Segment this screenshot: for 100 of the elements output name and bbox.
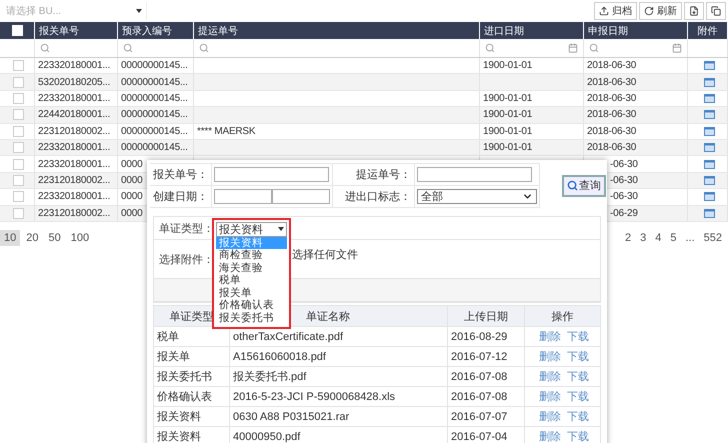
table-cell-text: 报关委托书.pdf <box>233 370 306 384</box>
page-link[interactable]: ... <box>685 232 695 244</box>
table-cell-text: 报关资料 <box>157 410 201 424</box>
table-cell: 00000000145... <box>121 92 188 104</box>
row-checkbox[interactable] <box>13 174 24 186</box>
document-icon[interactable] <box>704 94 714 103</box>
date-field[interactable] <box>214 189 272 204</box>
date-field[interactable] <box>272 189 330 204</box>
document-icon[interactable] <box>704 126 714 136</box>
select-all-checkbox[interactable] <box>12 25 22 36</box>
calendar-icon[interactable] <box>568 43 578 53</box>
table-cell-text: 报关单 <box>157 350 190 364</box>
row-checkbox[interactable] <box>13 191 24 202</box>
table-cell: 0630 A88 P0315021.rar <box>233 410 350 422</box>
document-icon[interactable] <box>704 192 714 202</box>
page-link[interactable]: 3 <box>640 232 646 244</box>
table-cell: 2016-07-08 <box>451 370 508 382</box>
table-cell: 1900-01-01 <box>483 142 532 154</box>
table-cell: 1900-01-01 <box>483 60 532 72</box>
table-cell: 00000000145... <box>121 126 188 137</box>
column-header: 提运单号 <box>198 24 238 38</box>
table-cell: 2016-07-12 <box>451 350 508 362</box>
document-icon[interactable] <box>704 176 714 185</box>
page-size-option[interactable]: 50 <box>44 230 65 246</box>
row-checkbox[interactable] <box>13 208 24 219</box>
table-cell: 0000 <box>121 174 142 186</box>
table-cell: 0000 <box>121 208 142 219</box>
table-cell: 1900-01-01 <box>483 126 532 137</box>
table-cell: -06-30 <box>610 174 638 186</box>
document-icon[interactable] <box>704 110 714 120</box>
refresh-icon <box>644 6 654 16</box>
table-cell: 2018-06-30 <box>587 60 636 72</box>
type-select[interactable]: 报关资料 <box>216 222 287 236</box>
caret-icon <box>136 9 142 13</box>
page-size-option[interactable]: 100 <box>66 230 94 246</box>
table-cell: -06-29 <box>610 208 638 219</box>
table-cell: 223320180001... <box>38 142 110 154</box>
search-icon <box>199 43 209 53</box>
column-header: 上传日期 <box>464 310 508 324</box>
document-icon[interactable] <box>704 61 714 70</box>
table-cell: 2016-07-07 <box>451 410 508 422</box>
table-cell: 223320180001... <box>38 191 110 202</box>
search-icon <box>123 43 133 53</box>
table-cell: 2018-06-30 <box>587 92 636 104</box>
table-cell-text: 报关资料 <box>157 430 201 443</box>
page-size-option[interactable]: 20 <box>22 230 42 246</box>
row-checkbox[interactable] <box>13 142 24 154</box>
row-checkbox[interactable] <box>13 126 24 137</box>
search-icon <box>40 43 50 53</box>
page-link[interactable]: 2 <box>624 232 632 244</box>
search-icon <box>567 180 578 191</box>
caret-icon <box>278 227 284 231</box>
table-cell: otherTaxCertificate.pdf <box>233 330 344 342</box>
table-cell: 2018-06-30 <box>587 126 636 137</box>
copy-icon-button[interactable] <box>706 2 726 20</box>
row-checkbox[interactable] <box>13 92 24 104</box>
row-checkbox[interactable] <box>13 158 24 170</box>
query-button[interactable]: 查询 <box>562 174 606 196</box>
calendar-icon[interactable] <box>672 43 682 53</box>
document-icon[interactable] <box>704 208 714 218</box>
table-cell: 2018-06-30 <box>587 109 636 120</box>
table-cell: 223120180002... <box>38 208 110 219</box>
document-icon[interactable] <box>704 78 714 87</box>
table-cell: 2016-07-08 <box>451 390 508 402</box>
archive-button[interactable]: 归档 <box>594 2 637 20</box>
table-cell: 00000000145... <box>121 109 188 120</box>
page-size-option[interactable]: 10 <box>0 230 20 246</box>
table-cell: **** MAERSK <box>197 126 256 137</box>
table-cell: 00000000145... <box>121 60 188 72</box>
page-link[interactable]: 552 <box>704 232 722 244</box>
table-cell: -06-30 <box>610 158 638 170</box>
row-checkbox[interactable] <box>13 60 24 72</box>
flag-select[interactable]: 全部 <box>417 189 537 204</box>
search-icon <box>485 43 495 53</box>
export-icon-button[interactable] <box>684 2 704 20</box>
text-field[interactable] <box>417 167 532 182</box>
field-label: 进出口标志： <box>345 190 411 204</box>
page-link[interactable]: 4 <box>655 232 662 244</box>
table-cell: 223320180001... <box>38 60 110 72</box>
table-cell: 532020180205... <box>38 76 110 88</box>
column-header: 单证名称 <box>306 310 350 324</box>
column-header: 预录入编号 <box>122 24 172 38</box>
table-cell: 00000000145... <box>121 76 188 88</box>
field-label: 创建日期： <box>153 190 208 204</box>
row-checkbox[interactable] <box>13 109 24 120</box>
page-link[interactable]: 5 <box>670 232 676 244</box>
text-field[interactable] <box>214 167 329 182</box>
document-icon[interactable] <box>704 160 714 169</box>
table-cell: -06-30 <box>610 191 638 202</box>
row-checkbox[interactable] <box>13 76 24 88</box>
table-cell: 1900-01-01 <box>483 109 532 120</box>
column-header: 操作 <box>552 310 574 324</box>
table-cell: 0000 <box>121 191 142 202</box>
refresh-button[interactable]: 刷新 <box>639 2 682 20</box>
field-label: 选择附件： <box>158 252 214 266</box>
table-cell: 224420180001... <box>38 109 110 120</box>
document-icon[interactable] <box>704 143 714 152</box>
file-status: 选择任何文件 <box>292 248 358 262</box>
table-cell: 2018-06-30 <box>587 142 636 154</box>
table-cell: 40000950.pdf <box>233 430 300 442</box>
